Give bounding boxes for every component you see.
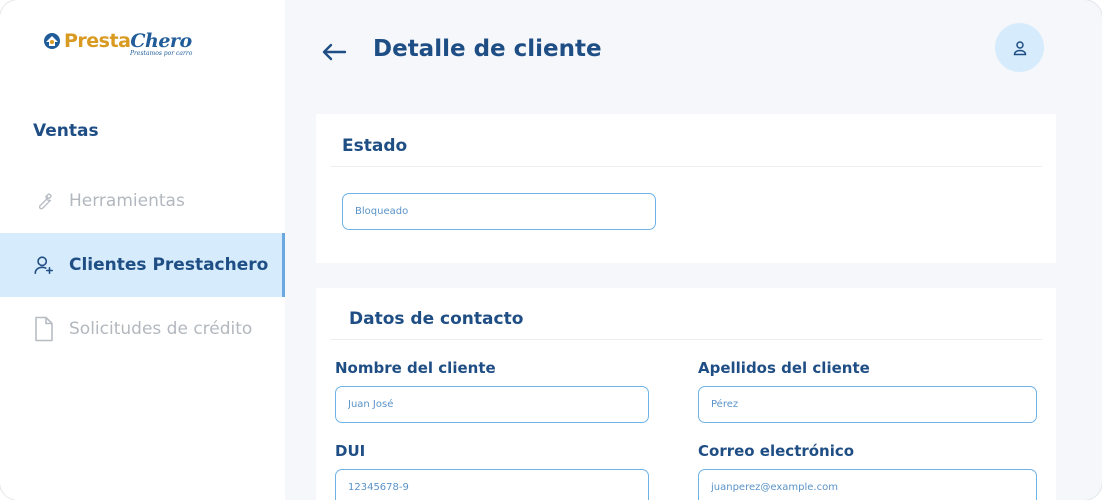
correo-label: Correo electrónico	[698, 442, 855, 460]
user-icon	[1013, 40, 1026, 55]
sidebar: Presta Chero Prestamos por carro Ventas H…	[0, 0, 285, 500]
back-button[interactable]	[318, 37, 350, 67]
sidebar-section-title: Ventas	[33, 121, 99, 141]
estado-card: Estado	[316, 114, 1056, 263]
contacto-card: Datos de contacto Nombre del cliente Ape…	[316, 288, 1056, 500]
contacto-title: Datos de contacto	[349, 309, 524, 329]
page-title: Detalle de cliente	[373, 36, 602, 62]
sidebar-item-solicitudes[interactable]: Solicitudes de crédito	[0, 297, 285, 361]
brand-logo[interactable]: Presta Chero Prestamos por carro	[42, 30, 192, 57]
estado-divider	[330, 166, 1042, 167]
logo-mark-icon	[44, 33, 60, 49]
wrench-icon	[33, 189, 55, 213]
apellidos-input[interactable]	[698, 386, 1037, 423]
sidebar-item-herramientas[interactable]: Herramientas	[0, 169, 285, 233]
sidebar-item-label: Solicitudes de crédito	[69, 319, 253, 339]
nombre-label: Nombre del cliente	[335, 359, 496, 377]
brand-name-part1: Presta	[64, 30, 131, 52]
dui-label: DUI	[335, 442, 366, 460]
app-window: Presta Chero Prestamos por carro Ventas H…	[0, 0, 1102, 500]
sidebar-item-label: Clientes Prestachero	[69, 255, 269, 275]
correo-input[interactable]	[698, 469, 1037, 500]
dui-input[interactable]	[335, 469, 649, 500]
brand-name-part2: Chero	[130, 30, 192, 52]
estado-title: Estado	[342, 136, 408, 156]
nombre-input[interactable]	[335, 386, 649, 423]
user-avatar-button[interactable]	[995, 23, 1044, 72]
sidebar-item-clientes[interactable]: Clientes Prestachero	[0, 233, 285, 297]
sidebar-item-label: Herramientas	[69, 191, 185, 211]
estado-input[interactable]	[342, 193, 656, 230]
document-icon	[33, 316, 55, 342]
user-plus-icon	[33, 253, 55, 277]
brand-tagline: Prestamos por carro	[130, 50, 193, 57]
arrow-left-icon	[322, 43, 347, 61]
apellidos-label: Apellidos del cliente	[698, 359, 870, 377]
contacto-divider	[330, 339, 1042, 340]
